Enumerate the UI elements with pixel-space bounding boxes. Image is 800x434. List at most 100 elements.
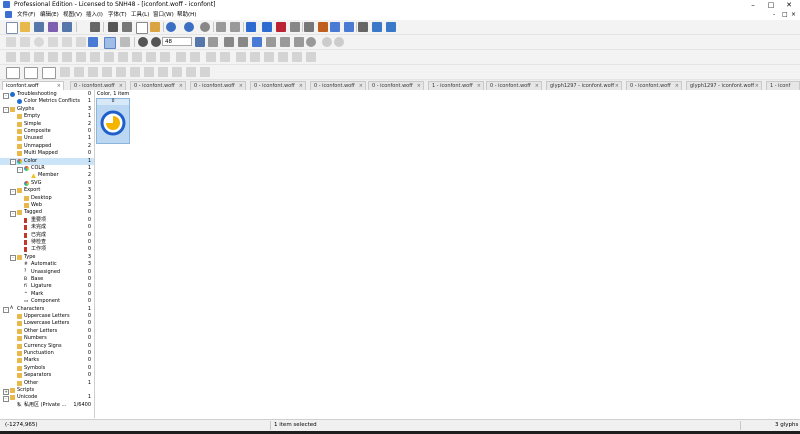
tab-close-icon[interactable]: × — [57, 82, 61, 90]
glyph-view-icon[interactable] — [216, 22, 226, 32]
tree-item[interactable]: + Scripts — [0, 387, 94, 395]
ellipse-tool-icon[interactable] — [306, 37, 316, 47]
tab-close-icon[interactable]: × — [615, 82, 619, 90]
install-icon[interactable] — [386, 22, 396, 32]
tree-item[interactable]: - Export 3 — [0, 187, 94, 195]
text-icon[interactable] — [24, 67, 38, 79]
tree-item[interactable]: 重要项 0 — [0, 217, 94, 224]
curve-icon[interactable] — [238, 37, 248, 47]
details-icon[interactable] — [158, 67, 168, 77]
link-icon[interactable] — [246, 22, 256, 32]
corner-icon[interactable] — [224, 37, 234, 47]
mdi-close-button[interactable]: × — [791, 11, 796, 19]
direction-icon[interactable] — [250, 52, 260, 62]
mdi-minimize-button[interactable]: - — [773, 11, 775, 19]
tree-item[interactable]: Numbers 0 — [0, 335, 94, 342]
tree-item[interactable]: 已完成 0 — [0, 232, 94, 239]
tab-close-icon[interactable]: × — [675, 82, 679, 90]
tab-document[interactable]: glyph1297 - iconfont.woff × — [546, 81, 622, 90]
tab-close-icon[interactable]: × — [119, 82, 123, 90]
find-icon[interactable] — [108, 22, 118, 32]
draw-icon[interactable] — [6, 37, 16, 47]
start-icon[interactable] — [264, 52, 274, 62]
grid-icon[interactable] — [176, 52, 186, 62]
rect-tool-icon[interactable] — [294, 37, 304, 47]
knife-icon[interactable] — [76, 37, 86, 47]
tree-item[interactable]: Symbols 0 — [0, 365, 94, 372]
save-icon[interactable] — [34, 22, 44, 32]
columns-icon[interactable] — [102, 67, 112, 77]
menu-help[interactable]: 帮助(H) — [177, 11, 196, 19]
tree-item[interactable]: Empty 1 — [0, 113, 94, 120]
menu-window[interactable]: 窗口(W) — [153, 11, 174, 19]
paste-icon[interactable] — [150, 22, 160, 32]
tab-document[interactable]: 0 - iconfont.woff × — [310, 81, 366, 90]
tree-item[interactable]: - Glyphs 3 — [0, 106, 94, 114]
picture-icon[interactable] — [252, 37, 262, 47]
tree-item[interactable]: 私私用区 (Private ... 1/6400 — [0, 402, 94, 409]
metrics-icon[interactable] — [74, 67, 84, 77]
add-icon[interactable] — [322, 37, 332, 47]
sort-icon[interactable] — [172, 67, 182, 77]
subtract-icon[interactable] — [146, 52, 156, 62]
hand-icon[interactable] — [120, 37, 130, 47]
menu-file[interactable]: 文件(F) — [17, 11, 35, 19]
zoom-out-icon[interactable] — [151, 37, 161, 47]
tree-item[interactable]: - Unicode 1 — [0, 394, 94, 402]
minimize-button[interactable]: – — [744, 0, 762, 10]
extreme-icon[interactable] — [236, 52, 246, 62]
rectangle-icon[interactable] — [48, 37, 58, 47]
align-left-icon[interactable] — [34, 52, 44, 62]
page-icon[interactable] — [6, 67, 20, 79]
menu-edit[interactable]: 编辑(E) — [40, 11, 59, 19]
zoom-in-icon[interactable] — [138, 37, 148, 47]
tree-item[interactable]: Separators 0 — [0, 372, 94, 379]
image-icon[interactable] — [88, 37, 98, 47]
kerning-icon[interactable] — [60, 67, 70, 77]
undo-icon[interactable] — [166, 22, 176, 32]
unlink-icon[interactable] — [262, 22, 272, 32]
tab-document[interactable]: 1 - iconf — [766, 81, 800, 90]
tree-item[interactable]: Unused 1 — [0, 135, 94, 142]
tree-item[interactable]: Color Metrics Conflicts 1 — [0, 98, 94, 105]
intersect-icon[interactable] — [132, 52, 142, 62]
filter-icon[interactable] — [186, 67, 196, 77]
tree-item[interactable]: - Type 3 — [0, 254, 94, 262]
rotate-icon[interactable] — [20, 37, 30, 47]
glyph-edit-icon[interactable] — [230, 22, 240, 32]
point-icon[interactable] — [220, 52, 230, 62]
refresh-icon[interactable] — [200, 22, 210, 32]
generate-icon[interactable] — [330, 22, 340, 32]
cut-icon[interactable] — [122, 22, 132, 32]
redo-icon[interactable] — [184, 22, 194, 32]
tab-close-icon[interactable]: × — [179, 82, 183, 90]
tab-document[interactable]: 1 - iconfont.woff × — [428, 81, 484, 90]
tree-item[interactable]: ▭ Component 0 — [0, 298, 94, 305]
pointer-icon[interactable] — [104, 37, 116, 49]
tree-item[interactable]: - A Characters 1 — [0, 306, 94, 314]
tab-close-icon[interactable]: × — [239, 82, 243, 90]
tree-item[interactable]: Marks 0 — [0, 357, 94, 364]
tree-item[interactable]: ^ Mark 0 — [0, 291, 94, 298]
zoom-level-select[interactable]: 48 — [162, 37, 192, 46]
tree-item[interactable]: Web 3 — [0, 202, 94, 209]
list-icon[interactable] — [130, 67, 140, 77]
align-center-icon[interactable] — [48, 52, 58, 62]
tab-document[interactable]: 0 - iconfont.woff × — [190, 81, 246, 90]
zoom-window-icon[interactable] — [208, 37, 218, 47]
layout-icon[interactable] — [200, 67, 210, 77]
tree-item[interactable]: - COLR 1 — [0, 165, 94, 173]
menu-tools[interactable]: 工具(L) — [131, 11, 149, 19]
tree-item[interactable]: Member 2 — [0, 172, 94, 179]
tab-document[interactable]: 0 - iconfont.woff × — [626, 81, 682, 90]
export-icon[interactable] — [372, 22, 382, 32]
tab-close-icon[interactable]: × — [535, 82, 539, 90]
menu-view[interactable]: 视图(V) — [63, 11, 82, 19]
tree-item[interactable]: Currency Signs 0 — [0, 343, 94, 350]
tab-iconfont[interactable]: iconfont.woff × — [2, 81, 64, 90]
menu-insert[interactable]: 插入(I) — [86, 11, 103, 19]
overlap-icon[interactable] — [278, 52, 288, 62]
tree-item[interactable]: 工作项 0 — [0, 246, 94, 253]
tab-close-icon[interactable]: × — [417, 82, 421, 90]
tree-item[interactable]: SVG 0 — [0, 180, 94, 187]
